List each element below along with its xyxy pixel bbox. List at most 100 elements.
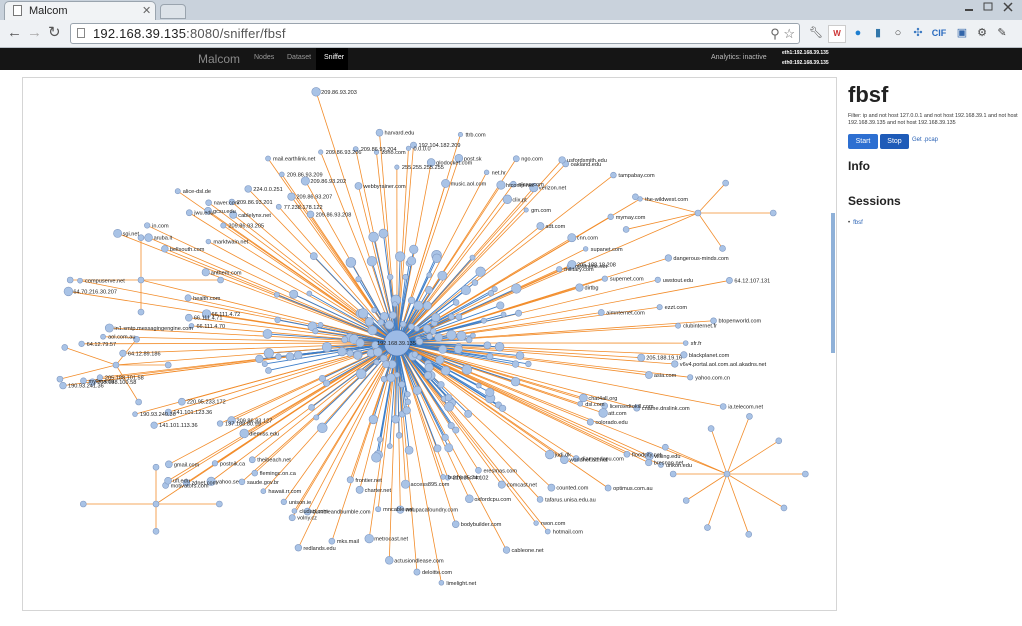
graph-node[interactable] (273, 291, 280, 298)
graph-node[interactable] (152, 527, 160, 535)
nav-dataset[interactable]: Dataset (287, 54, 311, 61)
graph-node[interactable] (441, 179, 450, 188)
graph-node[interactable] (424, 286, 433, 294)
graph-node[interactable] (368, 231, 379, 243)
graph-node[interactable] (132, 411, 138, 417)
graph-node[interactable] (395, 432, 403, 439)
graph-node[interactable] (440, 474, 446, 480)
graph-node[interactable] (682, 497, 690, 504)
graph-node[interactable] (438, 344, 448, 354)
graph-node[interactable] (510, 377, 521, 387)
graph-node[interactable] (248, 456, 256, 464)
graph-node[interactable] (704, 524, 711, 531)
graph-node[interactable] (496, 180, 506, 190)
graph-node[interactable] (512, 155, 520, 163)
graph-node[interactable] (465, 494, 474, 504)
graph-node[interactable] (239, 428, 249, 439)
graph-node[interactable] (371, 452, 382, 463)
graph-node[interactable] (288, 514, 296, 522)
new-tab-button[interactable] (160, 4, 186, 19)
graph-node[interactable] (623, 450, 631, 458)
search-icon[interactable]: ⚲ (770, 26, 780, 41)
graph-node[interactable] (216, 500, 223, 508)
graph-node[interactable] (382, 360, 390, 369)
graph-node[interactable] (386, 443, 393, 449)
graph-node[interactable] (446, 329, 457, 341)
graph-node[interactable] (536, 496, 544, 503)
graph-node[interactable] (437, 381, 445, 389)
graph-node[interactable] (723, 470, 731, 478)
graph-node[interactable] (220, 222, 227, 229)
graph-node[interactable] (375, 506, 382, 513)
graph-node[interactable] (682, 340, 689, 346)
graph-node[interactable] (308, 404, 315, 411)
graph-node[interactable] (437, 270, 448, 281)
graph-node[interactable] (404, 445, 414, 455)
graph-node[interactable] (441, 433, 449, 442)
graph-node[interactable] (150, 421, 158, 429)
graph-node[interactable] (407, 296, 416, 305)
graph-node[interactable] (394, 164, 400, 170)
graph-node[interactable] (426, 272, 433, 278)
graph-node[interactable] (511, 360, 520, 368)
graph-node[interactable] (448, 313, 455, 321)
graph-node[interactable] (465, 336, 473, 344)
stop-button[interactable]: Stop (880, 134, 909, 149)
graph-node[interactable] (404, 391, 411, 398)
graph-node[interactable] (444, 443, 454, 453)
graph-node[interactable] (662, 443, 669, 451)
reload-icon[interactable]: ↻ (48, 24, 61, 42)
graph-node[interactable] (567, 233, 577, 243)
graph-node[interactable] (583, 246, 589, 252)
graph-node[interactable] (637, 353, 646, 362)
graph-node[interactable] (251, 469, 258, 477)
graph-node[interactable] (321, 341, 333, 353)
graph-node[interactable] (413, 568, 421, 576)
graph-node[interactable] (556, 266, 563, 273)
graph-node[interactable] (61, 344, 69, 351)
graph-node[interactable] (409, 244, 419, 254)
graph-node[interactable] (497, 480, 506, 489)
graph-node[interactable] (144, 233, 153, 242)
graph-node[interactable] (294, 544, 303, 552)
graph-node[interactable] (313, 414, 320, 421)
graph-node[interactable] (664, 254, 672, 262)
graph-node[interactable] (412, 385, 422, 395)
graph-node[interactable] (377, 318, 385, 326)
graph-node[interactable] (285, 352, 295, 361)
graph-node[interactable] (654, 276, 661, 283)
brand-logo[interactable]: Malcom (198, 52, 240, 66)
graph-node[interactable] (402, 406, 411, 415)
graph-node[interactable] (469, 254, 476, 261)
graph-node[interactable] (656, 304, 663, 311)
graph-node[interactable] (675, 322, 681, 329)
graph-node[interactable] (457, 132, 463, 138)
puzzle-icon[interactable]: ✣ (910, 25, 926, 41)
graph-node[interactable] (137, 308, 145, 316)
graph-node[interactable] (416, 354, 423, 361)
graph-node[interactable] (415, 337, 424, 346)
bookmark-star-icon[interactable]: ☆ (783, 26, 795, 41)
graph-node[interactable] (337, 347, 347, 357)
graph-node[interactable] (426, 333, 433, 340)
graph-node[interactable] (726, 277, 733, 284)
get-pcap-link[interactable]: Get .pcap (912, 137, 938, 143)
graph-node[interactable] (280, 498, 287, 506)
graph-node[interactable] (483, 341, 492, 350)
graph-node[interactable] (500, 311, 507, 318)
graph-node[interactable] (533, 520, 539, 526)
graph-node[interactable] (464, 409, 473, 418)
graph-node[interactable] (452, 299, 460, 306)
graph-node[interactable] (366, 256, 378, 267)
graph-node[interactable] (291, 508, 298, 514)
graph-node[interactable] (373, 359, 380, 366)
graph-node[interactable] (399, 320, 407, 328)
graph-node[interactable] (385, 556, 394, 565)
graph-node[interactable] (545, 449, 555, 460)
graph-node[interactable] (432, 253, 442, 263)
graph-node[interactable] (384, 320, 394, 330)
graph-node[interactable] (745, 531, 753, 538)
graph-node[interactable] (380, 375, 388, 383)
graph-node[interactable] (317, 422, 328, 434)
graph-node[interactable] (355, 276, 362, 283)
